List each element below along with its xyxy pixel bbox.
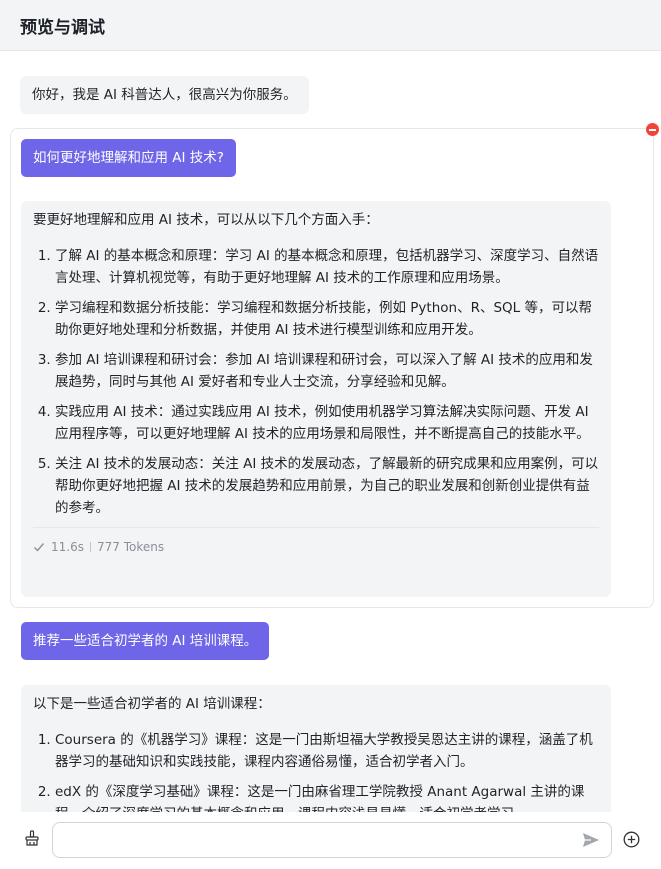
answer-intro: 要更好地理解和应用 AI 技术，可以从以下几个方面入手： <box>33 212 379 228</box>
list-item: 参加 AI 培训课程和研讨会：参加 AI 培训课程和研讨会，可以深入了解 AI … <box>55 349 599 393</box>
list-item: 实践应用 AI 技术：通过实践应用 AI 技术，例如使用机器学习算法解决实际问题… <box>55 401 599 445</box>
token-count: 777 Tokens <box>96 540 165 554</box>
message-input[interactable] <box>52 822 612 858</box>
list-item: 了解 AI 的基本概念和原理：学习 AI 的基本概念和原理，包括机器学习、深度学… <box>55 245 599 289</box>
list-item: 关注 AI 技术的发展动态：关注 AI 技术的发展动态，了解最新的研究成果和应用… <box>55 453 599 519</box>
user-message: 推荐一些适合初学者的 AI 培训课程。 <box>21 622 270 660</box>
ai-message: 要更好地理解和应用 AI 技术，可以从以下几个方面入手： 了解 AI 的基本概念… <box>21 201 611 597</box>
ai-message: 以下是一些适合初学者的 AI 培训课程： Coursera 的《机器学习》课程：… <box>21 685 611 812</box>
user-message-text: 如何更好地理解和应用 AI 技术? <box>33 150 224 166</box>
user-message: 如何更好地理解和应用 AI 技术? <box>21 139 236 177</box>
answer-intro: 以下是一些适合初学者的 AI 培训课程： <box>33 696 271 712</box>
response-time: 11.6s <box>51 540 84 554</box>
user-message-text: 推荐一些适合初学者的 AI 培训课程。 <box>33 633 258 649</box>
list-item: Coursera 的《机器学习》课程：这是一门由斯坦福大学教授吴恩达主讲的课程，… <box>55 729 599 773</box>
list-item: 学习编程和数据分析技能：学习编程和数据分析技能，例如 Python、R、SQL … <box>55 297 599 341</box>
broom-icon[interactable] <box>24 830 40 846</box>
chat-area[interactable]: 你好，我是 AI 科普达人，很高兴为你服务。 如何更好地理解和应用 AI 技术?… <box>0 52 661 812</box>
page-title: 预览与调试 <box>20 18 105 38</box>
divider <box>89 542 91 552</box>
add-circle-icon[interactable] <box>623 831 640 848</box>
header: 预览与调试 <box>0 0 661 51</box>
answer-list: Coursera 的《机器学习》课程：这是一门由斯坦福大学教授吴恩达主讲的课程，… <box>33 729 599 812</box>
remove-circle-icon[interactable] <box>646 123 659 136</box>
greeting-message: 你好，我是 AI 科普达人，很高兴为你服务。 <box>20 76 309 114</box>
chat-input-bar <box>0 812 661 869</box>
greeting-text: 你好，我是 AI 科普达人，很高兴为你服务。 <box>32 87 297 103</box>
list-item: edX 的《深度学习基础》课程：这是一门由麻省理工学院教授 Anant Agar… <box>55 781 599 812</box>
response-meta: 11.6s 777 Tokens <box>33 527 599 558</box>
answer-list: 了解 AI 的基本概念和原理：学习 AI 的基本概念和原理，包括机器学习、深度学… <box>33 245 599 519</box>
send-icon[interactable] <box>582 832 600 848</box>
check-icon <box>34 543 45 552</box>
